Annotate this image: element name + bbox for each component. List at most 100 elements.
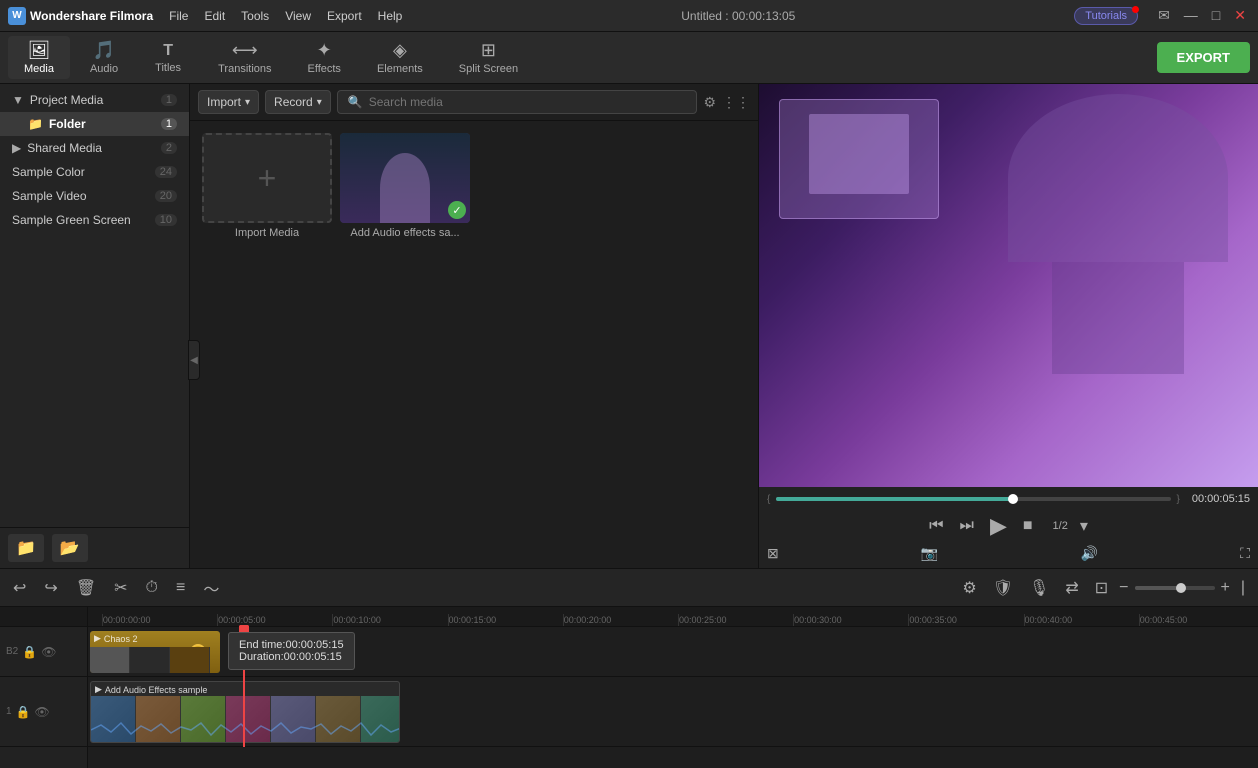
zoom-out-btn[interactable]: − bbox=[1119, 579, 1128, 597]
tree-project-media[interactable]: ▼ Project Media 1 bbox=[0, 88, 189, 112]
toolbar-transitions-label: Transitions bbox=[218, 63, 271, 75]
snapshot-btn[interactable]: 📷 bbox=[921, 545, 938, 562]
tree-shared-media[interactable]: ▶ Shared Media 2 bbox=[0, 136, 189, 160]
record-tl-btn[interactable]: 🎙 bbox=[1024, 575, 1054, 601]
collapse-panel-icon: ◀ bbox=[190, 355, 198, 366]
minimize-btn[interactable]: — bbox=[1180, 7, 1202, 24]
search-input[interactable] bbox=[369, 95, 687, 109]
fullscreen-btn[interactable]: ⛶ bbox=[1240, 545, 1250, 562]
tree-sample-color[interactable]: Sample Color 24 bbox=[0, 160, 189, 184]
step-back-button[interactable]: ⏮ bbox=[925, 515, 947, 537]
redo-button[interactable]: ↪ bbox=[39, 575, 62, 601]
track-headers: B2 🔒 👁 1 🔒 👁 bbox=[0, 607, 88, 768]
plus-icon: + bbox=[258, 160, 277, 197]
ruler-marks: 00:00:00:00 00:00:05:00 00:00:10:00 00:0… bbox=[102, 614, 1254, 626]
preview-controls: { } 00:00:05:15 ⏮ ⏭ ▶ ■ 1/2 ▾ ⊠ 📷 🔊 bbox=[759, 487, 1258, 568]
search-box: 🔍 bbox=[337, 90, 698, 114]
import-media-item[interactable]: + Import Media bbox=[202, 133, 332, 239]
toolbar-elements[interactable]: ◈ Elements bbox=[361, 36, 439, 79]
menu-tools[interactable]: Tools bbox=[241, 9, 269, 23]
track-clip-audio-effects[interactable]: ▶ Add Audio Effects sample bbox=[90, 681, 400, 743]
toolbar-transitions[interactable]: ⟷ Transitions bbox=[202, 36, 287, 79]
page-dropdown[interactable]: ▾ bbox=[1076, 514, 1092, 538]
new-folder-button[interactable]: 📁 bbox=[8, 534, 44, 562]
menu-file[interactable]: File bbox=[169, 9, 188, 23]
toolbar-effects[interactable]: ✦ Effects bbox=[292, 36, 357, 79]
more-tl-btn[interactable]: | bbox=[1236, 576, 1250, 600]
current-time: 00:00:05:15 bbox=[1192, 493, 1250, 505]
ruler-mark-20: 00:00:20:00 bbox=[563, 614, 678, 626]
record-dropdown[interactable]: Record bbox=[265, 90, 331, 114]
tutorials-button[interactable]: Tutorials bbox=[1074, 7, 1138, 25]
audio-button[interactable]: 〜 bbox=[198, 573, 224, 603]
track-b2-eye[interactable]: 👁 bbox=[41, 645, 56, 659]
progress-handle bbox=[1008, 494, 1018, 504]
menu-export[interactable]: Export bbox=[327, 9, 362, 23]
filter-icon[interactable]: ⚙ bbox=[703, 94, 716, 111]
tree-sample-green[interactable]: Sample Green Screen 10 bbox=[0, 208, 189, 232]
toolbar-audio[interactable]: 🎵 Audio bbox=[74, 36, 134, 79]
track-clip-chaos2[interactable]: ▶ Chaos 2 bbox=[90, 631, 220, 673]
tree-sample-video[interactable]: Sample Video 20 bbox=[0, 184, 189, 208]
mail-icon[interactable]: ✉ bbox=[1154, 7, 1174, 24]
clip-thumb-strip bbox=[90, 647, 220, 673]
effects-icon: ✦ bbox=[317, 40, 332, 61]
stop-button[interactable]: ■ bbox=[1019, 515, 1037, 537]
toolbar-media[interactable]: 🖼 Media bbox=[8, 36, 70, 79]
play-button[interactable]: ▶ bbox=[986, 511, 1011, 541]
left-panel: ▼ Project Media 1 📁 Folder 1 ▶ Shared Me… bbox=[0, 84, 190, 568]
clip2-icon: ▶ bbox=[95, 684, 102, 695]
ruler-mark-5: 00:00:05:00 bbox=[217, 614, 332, 626]
folder-count: 1 bbox=[161, 118, 177, 130]
clip-frame-3 bbox=[170, 647, 210, 673]
volume-btn[interactable]: 🔊 bbox=[1081, 545, 1098, 562]
sample-color-count: 24 bbox=[155, 166, 177, 178]
fullscreen-small-btn[interactable]: ⊠ bbox=[767, 545, 779, 562]
maximize-btn[interactable]: □ bbox=[1208, 7, 1224, 24]
menu-view[interactable]: View bbox=[285, 9, 311, 23]
menu-help[interactable]: Help bbox=[378, 9, 403, 23]
tree-folder[interactable]: 📁 Folder 1 bbox=[0, 112, 189, 136]
protect-btn[interactable]: 🛡 bbox=[988, 575, 1018, 601]
undo-button[interactable]: ↩ bbox=[8, 575, 31, 601]
track-1-lock[interactable]: 🔒 bbox=[16, 705, 31, 719]
menu-edit[interactable]: Edit bbox=[204, 9, 225, 23]
toolbar-split-screen[interactable]: ⊞ Split Screen bbox=[443, 36, 534, 79]
zoom-slider[interactable] bbox=[1135, 586, 1215, 590]
track-lane-1: ▶ Add Audio Effects sample bbox=[88, 677, 1258, 747]
cut-button[interactable]: ✂ bbox=[109, 575, 132, 601]
expand-icon: ▼ bbox=[12, 93, 24, 107]
track-b2-lock[interactable]: 🔒 bbox=[22, 645, 37, 659]
close-btn[interactable]: ✕ bbox=[1230, 7, 1250, 24]
toolbar-audio-label: Audio bbox=[90, 63, 118, 75]
frame-back-button[interactable]: ⏭ bbox=[956, 515, 978, 537]
media-clip-1[interactable]: HD ✓ Add Audio effects sa... bbox=[340, 133, 470, 239]
add-folder-button[interactable]: 📂 bbox=[52, 534, 88, 562]
tooltip-duration: Duration:00:00:05:15 bbox=[239, 651, 344, 663]
motion-btn[interactable]: ⇄ bbox=[1060, 575, 1083, 601]
progress-bar[interactable] bbox=[776, 497, 1170, 501]
ruler-mark-45: 00:00:45:00 bbox=[1139, 614, 1254, 626]
clip-chaos2-text: Chaos 2 bbox=[104, 634, 138, 644]
track-1-eye[interactable]: 👁 bbox=[35, 705, 50, 719]
folder-icon: 📁 bbox=[28, 117, 43, 131]
collapse-panel-btn[interactable]: ◀ bbox=[188, 340, 200, 380]
crop-btn[interactable]: ⊡ bbox=[1090, 575, 1113, 601]
project-media-count: 1 bbox=[161, 94, 177, 106]
toolbar-titles[interactable]: T Titles bbox=[138, 38, 198, 78]
import-dropdown[interactable]: Import bbox=[198, 90, 259, 114]
render-btn[interactable]: ⚙ bbox=[957, 575, 981, 601]
speed-button[interactable]: ⏱ bbox=[141, 576, 163, 600]
clip-audio-text: Add Audio Effects sample bbox=[105, 685, 207, 695]
page-indicator: 1/2 bbox=[1053, 520, 1068, 532]
window-title: Untitled : 00:00:13:05 bbox=[410, 9, 1066, 23]
export-button[interactable]: EXPORT bbox=[1157, 42, 1250, 73]
color-button[interactable]: ≡ bbox=[171, 576, 190, 600]
menu-bar: File Edit Tools View Export Help bbox=[169, 9, 402, 23]
zoom-in-btn[interactable]: + bbox=[1221, 579, 1230, 597]
playback-controls: ⏮ ⏭ ▶ ■ 1/2 ▾ bbox=[767, 511, 1250, 541]
more-options-icon[interactable]: ⋮⋮ bbox=[722, 94, 750, 111]
collapse-icon: ▶ bbox=[12, 141, 21, 155]
delete-button[interactable]: 🗑 bbox=[71, 575, 101, 601]
preview-video bbox=[759, 84, 1258, 487]
